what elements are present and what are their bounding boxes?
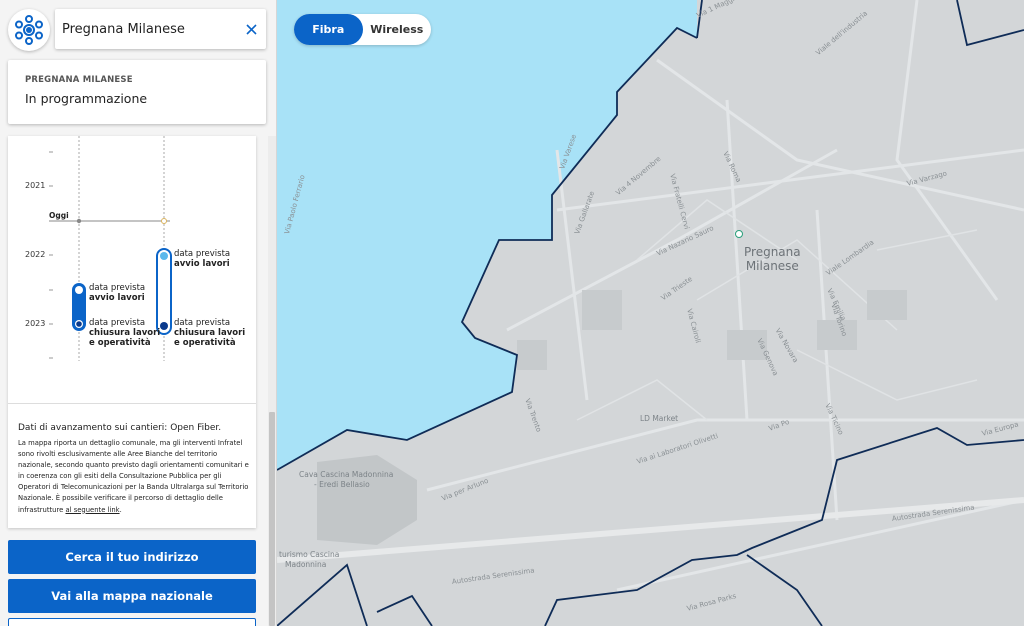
fibra-start-label: data prevista avvio lavori [89,283,146,303]
timeline-chart: 2021 2022 2023 Oggi data prevista avvio l… [8,136,256,404]
search-box[interactable]: Pregnana Milanese [55,9,266,49]
scrollbar-track[interactable] [268,136,276,626]
place-agri-line2: Madonnina [285,560,327,569]
place-cava-line1: Cava Cascina Madonnina [299,470,394,479]
close-icon [245,23,257,35]
toggle-fibra[interactable]: Fibra [294,14,363,45]
disclaimer-text: La mappa riporta un dettaglio comunale, … [18,439,249,514]
municipality-info-card: PREGNANA MILANESE In programmazione [8,60,266,124]
data-source: Dati di avanzamento sui cantieri: Open F… [18,423,222,433]
details-panel: 2021 2022 2023 Oggi data prevista avvio l… [8,136,256,528]
wireless-end-label: data prevista chiusura lavori e operativit… [174,318,246,348]
search-address-button[interactable]: Cerca il tuo indirizzo [8,540,256,574]
network-logo-icon [15,15,43,45]
town-marker[interactable] [735,230,743,238]
toggle-wireless[interactable]: Wireless [363,14,432,45]
municipality-name: PREGNANA MILANESE [25,75,133,85]
town-label: Pregnana Milanese [744,245,801,273]
year-label-2021: 2021 [25,181,46,190]
details-link[interactable]: al seguente link [65,506,119,514]
lake [317,455,417,545]
disclaimer: Dati di avanzamento sui cantieri: Open F… [18,423,250,516]
work-status: In programmazione [25,91,148,106]
wireless-start-label: data prevista avvio lavori [174,249,231,269]
map-view[interactable]: Via 1 Maggio Viale dell'industria Via Pa… [277,0,1024,626]
search-input[interactable]: Pregnana Milanese [55,22,236,37]
place-cava-line2: - Eredi Bellasio [314,480,370,489]
scrollbar-thumb[interactable] [269,412,275,626]
year-label-2023: 2023 [25,319,46,328]
year-label-2022: 2022 [25,250,46,259]
logo[interactable] [8,9,50,51]
third-button-partial[interactable] [8,618,256,626]
national-map-button[interactable]: Vai alla mappa nazionale [8,579,256,613]
today-label: Oggi [49,211,69,220]
fibra-end-label: data prevista chiusura lavori e operativit… [89,318,161,348]
clear-search-button[interactable] [236,9,266,49]
place-agri-line1: turismo Cascina [279,550,340,559]
water-area [277,0,697,470]
place-ld-market: LD Market [640,414,679,423]
sidebar: Pregnana Milanese PREGNANA MILANESE In p… [0,0,277,626]
network-type-toggle[interactable]: Fibra Wireless [294,14,431,45]
